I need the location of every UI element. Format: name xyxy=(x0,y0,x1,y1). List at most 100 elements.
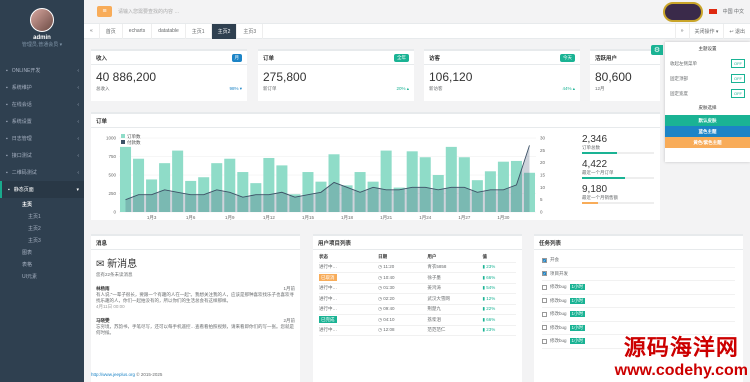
stat-title-text: 活跃用户 xyxy=(595,55,618,62)
y-tick-label: 500 xyxy=(108,173,116,178)
task-checkbox[interactable] xyxy=(542,311,547,317)
tab-scroll-left[interactable]: « xyxy=(84,23,100,39)
status-badge: 已完成 xyxy=(319,315,337,323)
watermark-line1: 源码海洋网 xyxy=(623,335,739,360)
qrcode-icon: ▪ xyxy=(6,169,8,176)
projects-panel: 用户项目列表 状态 日期 用户 值 进行中… ◷ 11:20 青衣5858 ▮ 23% 已取消… xyxy=(313,234,522,382)
messages-head-text: 新消息 xyxy=(107,259,138,270)
task-item: ✓ 项目开发 xyxy=(542,268,735,281)
task-checkbox[interactable] xyxy=(542,298,547,304)
order-stat-bar xyxy=(582,177,654,179)
tab-home[interactable]: 首页 xyxy=(100,23,123,39)
projects-title: 用户项目列表 xyxy=(313,236,522,250)
y2-tick-label: 10 xyxy=(540,185,546,190)
table-row[interactable]: 已取消 ◷ 10:40 徐子墨 ▮ 66% xyxy=(319,273,516,284)
stat-sub: 12月 xyxy=(590,84,660,94)
task-label: 修改bug xyxy=(550,338,567,344)
tab-home1[interactable]: 主页1 xyxy=(186,23,212,39)
message-item[interactable]: 林杨雨 1月前 有人说:"一辈子很长，要跟一个有趣的人在一起"。我想关注我的人，应该… xyxy=(96,286,295,310)
subnav-chart[interactable]: 图表 xyxy=(0,246,84,258)
nav-item-3[interactable]: ▪ 系统设置 ‹ xyxy=(0,113,84,130)
x-tick-label: 1月15 xyxy=(302,215,315,221)
footer-link[interactable]: http://www.jeeplus.org xyxy=(91,372,135,377)
tab-datatable[interactable]: datatable xyxy=(152,23,186,39)
setting-row: 固定宽度 OFF xyxy=(665,86,750,101)
nav-item-6[interactable]: ▪ 二维码测试 ‹ xyxy=(0,164,84,181)
nav-item-5[interactable]: ▪ 接口测试 ‹ xyxy=(0,147,84,164)
gear-icon[interactable]: ⚙ xyxy=(651,45,663,55)
legend-label: 付款数 xyxy=(127,139,141,146)
tab-scroll-right[interactable]: » xyxy=(674,23,689,39)
order-stat-value: 9,180 xyxy=(582,184,608,195)
search-input[interactable]: 请输入您需要查找的内容 … xyxy=(118,8,238,15)
order-stat: 2,346 订单总数 xyxy=(582,134,654,154)
setting-toggle[interactable]: OFF xyxy=(731,59,745,68)
order-stat-bar-fill xyxy=(582,152,617,154)
nav-item-0[interactable]: ▪ ONLINE开发 ‹ xyxy=(0,62,84,79)
table-row[interactable]: 进行中… ◷ 01:30 姜鸿涛 ▮ 54% xyxy=(319,284,516,294)
skin-option[interactable]: 默认皮肤 xyxy=(665,115,750,126)
project-date: ◷ 10:40 xyxy=(378,275,427,281)
order-stat-bar xyxy=(582,202,654,204)
stat-value: 106,120 xyxy=(429,70,473,84)
tab-echarts[interactable]: echarts xyxy=(123,23,153,39)
table-row[interactable]: 进行中… ◷ 09:40 荆楚九 ▮ 22% xyxy=(319,305,516,315)
tab-home3[interactable]: 主页3 xyxy=(237,23,264,39)
language-selector[interactable]: 中国 中文 xyxy=(723,8,744,15)
skin-option[interactable]: 黄色/紫色主题 xyxy=(665,137,750,148)
project-date-text: 11:20 xyxy=(383,264,395,270)
task-checkbox[interactable] xyxy=(542,284,547,290)
task-item: 修改bug 1小时 xyxy=(542,295,735,308)
setting-toggle[interactable]: OFF xyxy=(731,74,745,83)
chevron-icon: ‹ xyxy=(77,84,79,91)
project-user: 徐子墨 xyxy=(427,274,441,280)
subnav-form[interactable]: 表格 xyxy=(0,258,84,270)
logout-button[interactable]: ↩ 退出 xyxy=(723,23,750,39)
avatar[interactable] xyxy=(30,8,54,32)
task-checkbox[interactable]: ✓ xyxy=(542,257,547,263)
project-date: ◷ 01:30 xyxy=(378,285,427,291)
task-checkbox[interactable] xyxy=(542,338,547,344)
nav-item-2[interactable]: ▪ 在线会话 ‹ xyxy=(0,96,84,113)
status-text: 进行中… xyxy=(319,327,337,333)
nav-label: 日志管理 xyxy=(11,136,32,142)
nav-item-4[interactable]: ▪ 日志管理 ‹ xyxy=(0,130,84,147)
setting-label: 固定宽度 xyxy=(670,90,688,96)
subnav-home3[interactable]: 主页3 xyxy=(0,234,84,246)
chevron-icon: ‹ xyxy=(77,169,79,176)
chevron-icon: ‹ xyxy=(77,101,79,108)
subnav-home[interactable]: 主页 xyxy=(0,198,84,210)
tasks-title: 任务列表 xyxy=(534,236,743,250)
stat-sub-label: 12月 xyxy=(595,86,605,91)
subnav-home1[interactable]: 主页1 xyxy=(0,210,84,222)
table-row[interactable]: 进行中… ◷ 02:20 武汉大雪网 ▮ 12% xyxy=(319,294,516,305)
message-item[interactable]: 马晓雯 2月前 忘穷境，苏韵书，手笔尽写，还可以每手机遥控…查看看拍照视频，请来看即… xyxy=(96,318,295,336)
task-checkbox[interactable]: ✓ xyxy=(542,271,547,277)
project-value: ▮ 66% xyxy=(482,316,496,322)
table-row[interactable]: 进行中… ◷ 12:08 范范范仁 ▮ 23% xyxy=(319,326,516,336)
tab-home2[interactable]: 主页2 xyxy=(211,23,238,39)
skin-option[interactable]: 蓝色主题 xyxy=(665,126,750,137)
x-tick-label: 1月9 xyxy=(225,215,235,221)
nav-item-7[interactable]: ▪ 静态页面 ▾ xyxy=(0,181,84,198)
menu-toggle-icon[interactable]: ≡ xyxy=(97,6,112,17)
subnav-ui[interactable]: UI元素 xyxy=(0,270,84,282)
status-text: 进行中… xyxy=(319,264,337,270)
table-row[interactable]: 进行中… ◷ 11:20 青衣5858 ▮ 23% xyxy=(319,263,516,273)
file-icon: ▪ xyxy=(6,135,8,142)
setting-toggle[interactable]: OFF xyxy=(731,89,745,98)
nav-label: 静态页面 xyxy=(13,187,34,193)
nav-item-1[interactable]: ▪ 系统维护 ‹ xyxy=(0,79,84,96)
nav-label: 系统设置 xyxy=(11,119,32,125)
wrench-icon: ▪ xyxy=(6,84,8,91)
task-checkbox[interactable] xyxy=(542,325,547,331)
table-row[interactable]: 已完成 ◷ 04:10 荔浆泪 ▮ 66% xyxy=(319,315,516,326)
message-date: 4月11日 00:00 xyxy=(96,304,125,309)
user-role[interactable]: 管理员,普通会员 ▾ xyxy=(0,41,84,48)
nav-label: ONLINE开发 xyxy=(11,68,41,74)
subnav-home2[interactable]: 主页2 xyxy=(0,222,84,234)
x-tick-label: 1月6 xyxy=(186,215,196,221)
settings-title: 主题设置 xyxy=(698,46,717,51)
close-tabs-dropdown[interactable]: 关闭操作 ▾ xyxy=(688,23,724,39)
stat-sub-label: 总收入 xyxy=(96,86,110,91)
